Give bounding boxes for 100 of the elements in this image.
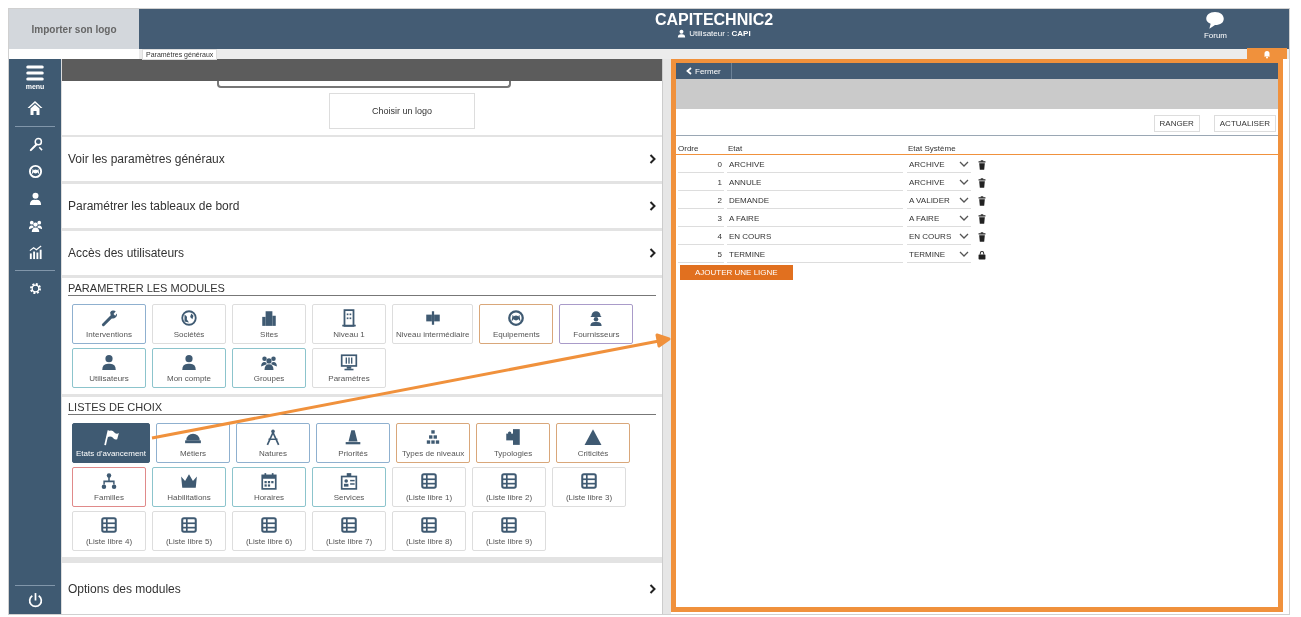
trash-icon[interactable] [977,178,987,188]
module-tile[interactable]: Fournisseurs [559,304,634,344]
scrollbar[interactable] [662,59,671,614]
module-tile[interactable]: (Liste libre 5) [152,511,226,551]
monitor-icon [340,353,358,371]
cone-icon [344,428,362,446]
module-tile[interactable]: Priorités [316,423,390,463]
accordion-row[interactable]: Voir les paramètres généraux [62,137,662,184]
module-tile[interactable]: Etats d'avancement [72,423,150,463]
globe-icon [180,309,198,327]
column-header: Ordre [678,144,700,153]
group-icon [260,353,278,371]
module-tile[interactable]: Equipements [479,304,554,344]
module-tile[interactable]: (Liste libre 1) [392,467,466,507]
state-field[interactable]: EN COURS [727,229,903,245]
tower-icon [340,309,358,327]
module-tile[interactable]: Utilisateurs [72,348,146,388]
puzzle-icon [504,428,522,446]
state-field[interactable]: ANNULE [727,175,903,191]
module-tile[interactable]: (Liste libre 4) [72,511,146,551]
module-tile[interactable]: Niveau 1 [312,304,386,344]
module-tile[interactable]: Niveau intermédiaire [392,304,474,344]
chevron-right-icon [649,248,656,258]
order-field[interactable]: 2 [678,193,724,209]
action-button[interactable]: ACTUALISER [1213,115,1276,132]
state-field[interactable]: DEMANDE [727,193,903,209]
table-icon [580,472,598,490]
accordion-row[interactable]: Accès des utilisateurs [62,231,662,278]
accordion-row[interactable]: Options des modules [62,560,662,614]
module-tile[interactable]: Familles [72,467,146,507]
section-title: PARAMETRER LES MODULES [68,282,656,296]
action-button[interactable]: RANGER [1153,115,1200,132]
module-tile[interactable]: (Liste libre 8) [392,511,466,551]
trash-icon[interactable] [977,160,987,170]
system-state-select[interactable]: TERMINE [907,247,971,263]
chevron-left-icon [686,67,692,75]
module-tile[interactable]: Habilitations [152,467,226,507]
building-icon [260,309,278,327]
module-tile[interactable]: Mon compte [152,348,226,388]
module-tile[interactable]: Groupes [232,348,306,388]
state-field[interactable]: TERMINE [727,247,903,263]
module-tile[interactable]: Services [312,467,386,507]
menu-icon [25,63,45,83]
chevron-right-icon [649,154,656,164]
order-field[interactable]: 3 [678,211,724,227]
module-tile[interactable]: (Liste libre 7) [312,511,386,551]
blocks-icon [424,428,442,446]
module-tile[interactable]: Typologies [476,423,550,463]
table-icon [500,516,518,534]
forum-button[interactable]: Forum [1203,10,1227,40]
chevron-down-icon [959,161,969,168]
module-tile[interactable]: Criticités [556,423,630,463]
trash-icon[interactable] [977,214,987,224]
chevron-right-icon [649,583,656,594]
person-icon [27,191,43,206]
flag-icon [102,428,120,446]
module-tile[interactable]: Paramètres [312,348,386,388]
order-field[interactable]: 4 [678,229,724,245]
module-tile[interactable]: Natures [236,423,310,463]
module-tile[interactable]: (Liste libre 3) [552,467,626,507]
gauge-icon [27,164,43,179]
chevron-down-icon [959,179,969,186]
module-tile[interactable]: (Liste libre 2) [472,467,546,507]
order-field[interactable]: 1 [678,175,724,191]
module-tile[interactable]: Horaires [232,467,306,507]
state-field[interactable]: ARCHIVE [727,157,903,173]
module-tile[interactable]: Types de niveaux [396,423,470,463]
hierarchy-icon [423,309,442,327]
lock-icon[interactable] [977,250,987,260]
logo-placeholder[interactable]: Importer son logo [9,9,139,49]
choose-logo-button[interactable]: Choisir un logo [329,93,475,129]
module-tile[interactable]: Interventions [72,304,146,344]
compass-icon [264,428,282,446]
id-card-icon [340,472,358,490]
module-tile[interactable]: Sites [232,304,306,344]
chevron-down-icon [959,251,969,258]
trash-icon[interactable] [977,196,987,206]
table-icon [180,516,198,534]
order-field[interactable]: 0 [678,157,724,173]
gauge-icon [507,309,526,327]
crown-icon [180,472,198,490]
module-tile[interactable]: Sociétés [152,304,226,344]
system-state-select[interactable]: EN COURS [907,229,971,245]
module-tile[interactable]: (Liste libre 9) [472,511,546,551]
accordion-row[interactable]: Paramétrer les tableaux de bord [62,184,662,231]
home-icon [27,100,43,116]
state-field[interactable]: A FAIRE [727,211,903,227]
order-field[interactable]: 5 [678,247,724,263]
tools-icon [27,137,43,152]
module-tile[interactable]: Métiers [156,423,230,463]
table-icon [100,516,118,534]
chart-icon [27,245,43,260]
trash-icon[interactable] [977,232,987,242]
module-tile[interactable]: (Liste libre 6) [232,511,306,551]
system-state-select[interactable]: ARCHIVE [907,157,971,173]
column-header: Etat [728,144,744,153]
system-state-select[interactable]: A FAIRE [907,211,971,227]
chevron-down-icon [959,233,969,240]
system-state-select[interactable]: ARCHIVE [907,175,971,191]
system-state-select[interactable]: A VALIDER [907,193,971,209]
